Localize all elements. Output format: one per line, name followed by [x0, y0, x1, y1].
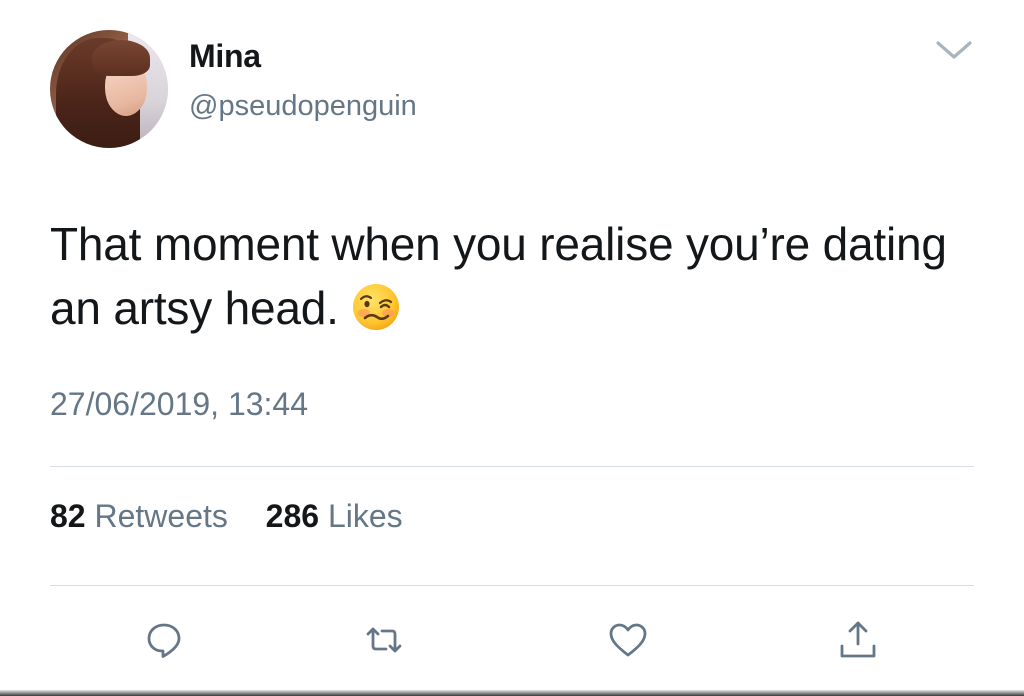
retweets-count[interactable]: 82 [50, 498, 86, 534]
likes-count[interactable]: 286 [266, 498, 319, 534]
tweet-timestamp: 27/06/2019, 13:44 [50, 386, 309, 422]
author-handle[interactable]: @pseudopenguin [189, 90, 417, 123]
tweet-card: Mina @pseudopenguin That moment when you… [0, 0, 1024, 696]
share-button[interactable] [836, 618, 880, 662]
tweet-stats: 82 Retweets 286 Likes [50, 498, 403, 535]
divider [50, 585, 974, 586]
heart-icon [606, 623, 650, 666]
retweet-icon [362, 627, 406, 666]
woozy-face-icon [351, 282, 401, 332]
reply-icon [142, 623, 186, 666]
share-icon [836, 621, 880, 666]
like-button[interactable] [606, 618, 650, 662]
reply-button[interactable] [142, 618, 186, 662]
screen-edge [0, 690, 1024, 696]
retweet-button[interactable] [362, 618, 406, 662]
tweet-body: That moment when you realise you’re dati… [50, 212, 980, 340]
author-name[interactable]: Mina [189, 38, 261, 75]
avatar[interactable] [50, 30, 168, 148]
chevron-down-icon[interactable] [934, 35, 974, 65]
retweets-label[interactable]: Retweets [94, 498, 227, 534]
tweet-text: That moment when you realise you’re dati… [50, 218, 947, 334]
divider [50, 466, 974, 467]
likes-label[interactable]: Likes [328, 498, 403, 534]
